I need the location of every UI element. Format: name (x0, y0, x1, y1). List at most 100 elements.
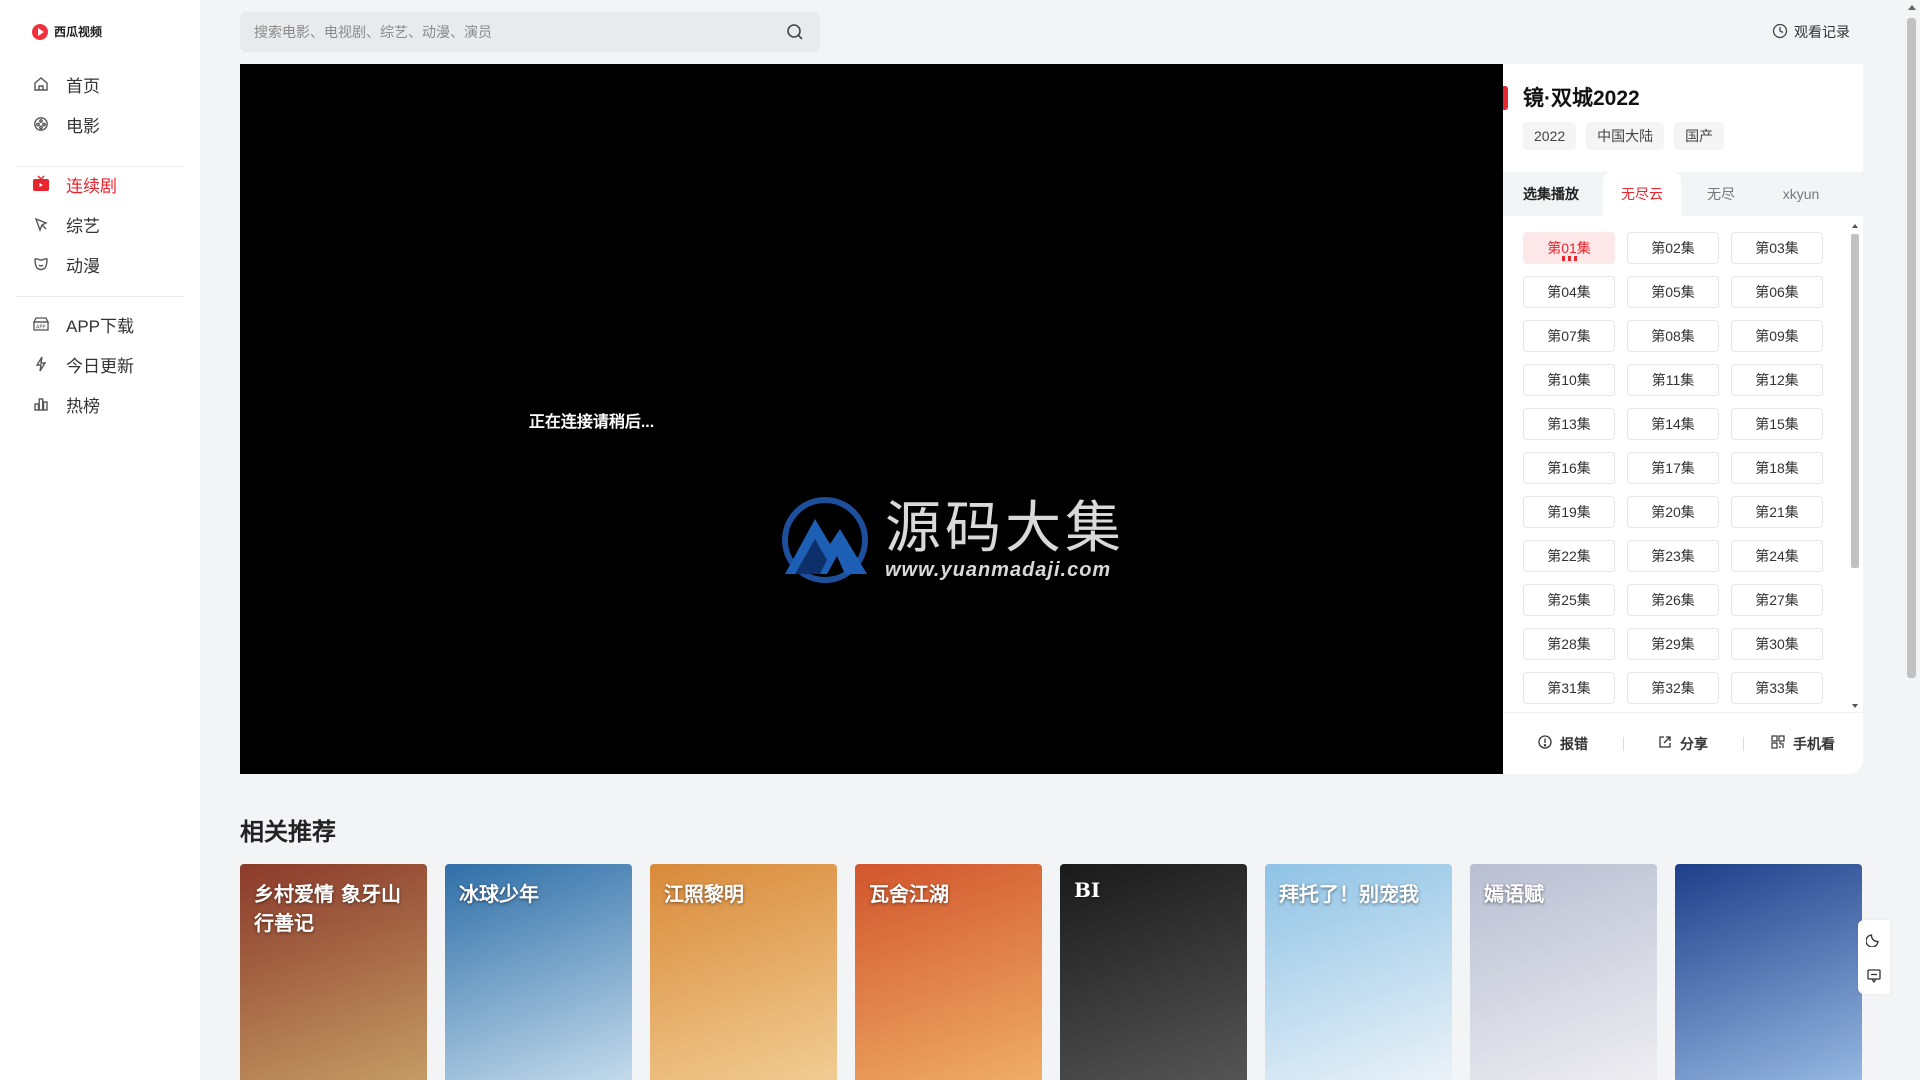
episode-list-area: 第01集 第02集 第03集第04集 第05集 第06集第07集 第08集 第09集第10集… (1503, 216, 1863, 712)
sidebar-item-series[interactable]: 连续剧 (0, 164, 200, 204)
episode-button[interactable]: 第15集 (1731, 408, 1823, 440)
episode-button[interactable]: 第06集 (1731, 276, 1823, 308)
search-input[interactable] (254, 24, 784, 40)
episode-button[interactable]: 第25集 (1523, 584, 1615, 616)
poster-title: 嫣语赋 (1484, 882, 1544, 906)
episode-button[interactable]: 第11集 (1627, 364, 1719, 396)
episode-scrollbar[interactable] (1849, 218, 1861, 712)
logo[interactable]: 西瓜视频 (32, 23, 102, 40)
logo-icon (32, 23, 48, 40)
scroll-down-arrow-icon[interactable] (1852, 704, 1858, 708)
episode-button[interactable]: 第03集 (1731, 232, 1823, 264)
search-bar (240, 12, 820, 52)
episode-button[interactable]: 第26集 (1627, 584, 1719, 616)
recommend-poster[interactable]: BI (1060, 864, 1247, 1080)
star-sparkle-icon (32, 215, 50, 233)
title-accent-bar (1503, 86, 1508, 110)
bar-chart-icon (32, 395, 50, 413)
feedback-icon[interactable] (1864, 966, 1884, 986)
poster-title: 江照黎明 (664, 882, 744, 906)
tab-source-xkyun[interactable]: xkyun (1761, 172, 1841, 216)
recommend-title: 相关推荐 (240, 819, 336, 846)
episode-grid: 第01集 第02集 第03集第04集 第05集 第06集第07集 第08集 第09集第10集… (1523, 232, 1823, 704)
tag-region[interactable]: 中国大陆 (1586, 122, 1665, 150)
search-icon[interactable] (784, 21, 806, 43)
episode-button[interactable]: 第09集 (1731, 320, 1823, 352)
page-scrollbar[interactable] (1903, 0, 1920, 1080)
nav-main: 首页 电影 (0, 64, 200, 144)
episode-button[interactable]: 第18集 (1731, 452, 1823, 484)
episode-panel: 镜·双城2022 2022 中国大陆 国产 选集播放 无尽云 无尽 xkyun … (1503, 64, 1863, 774)
episode-button[interactable]: 第02集 (1627, 232, 1719, 264)
report-button[interactable]: 报错 (1503, 734, 1623, 754)
tab-source-wujin[interactable]: 无尽 (1681, 172, 1761, 216)
recommend-poster[interactable]: 嫣语赋 (1470, 864, 1657, 1080)
sidebar-item-label: APP下载 (66, 316, 135, 336)
episode-button[interactable]: 第27集 (1731, 584, 1823, 616)
episode-button[interactable]: 第29集 (1627, 628, 1719, 660)
share-label: 分享 (1680, 735, 1708, 752)
sidebar-item-movies[interactable]: 电影 (0, 104, 200, 144)
sidebar-item-label: 首页 (66, 76, 100, 96)
episode-button[interactable]: 第05集 (1627, 276, 1719, 308)
svg-text:APP: APP (36, 325, 45, 331)
bear-face-icon (32, 255, 50, 273)
tab-source-wujinyun[interactable]: 无尽云 (1603, 172, 1681, 216)
alert-circle-icon (1538, 735, 1552, 752)
sidebar-item-app-download[interactable]: APP APP下载 (0, 304, 200, 344)
episode-button[interactable]: 第14集 (1627, 408, 1719, 440)
episode-button[interactable]: 第23集 (1627, 540, 1719, 572)
sidebar-item-hot-list[interactable]: 热榜 (0, 384, 200, 424)
episode-button[interactable]: 第30集 (1731, 628, 1823, 660)
episode-button[interactable]: 第12集 (1731, 364, 1823, 396)
scroll-thumb[interactable] (1851, 234, 1859, 568)
episode-button[interactable]: 第17集 (1627, 452, 1719, 484)
episode-button[interactable]: 第21集 (1731, 496, 1823, 528)
episode-button[interactable]: 第22集 (1523, 540, 1615, 572)
page-scroll-up-icon[interactable] (1908, 5, 1916, 10)
recommend-poster[interactable]: 拜托了！别宠我 (1265, 864, 1452, 1080)
tag-origin[interactable]: 国产 (1674, 122, 1725, 150)
page-scroll-thumb[interactable] (1907, 18, 1916, 678)
sidebar: 西瓜视频 首页 电影 连续剧 综艺 动漫 APP APP下载 今日更新 热榜 (0, 0, 200, 1080)
share-button[interactable]: 分享 (1623, 734, 1743, 754)
episode-button[interactable]: 第28集 (1523, 628, 1615, 660)
scroll-up-arrow-icon[interactable] (1852, 224, 1858, 228)
episode-button[interactable]: 第31集 (1523, 672, 1615, 704)
sidebar-item-anime[interactable]: 动漫 (0, 244, 200, 284)
recommend-poster[interactable]: 冰球少年 (445, 864, 632, 1080)
recommend-poster[interactable]: 乡村爱情 象牙山行善记 (240, 864, 427, 1080)
episode-button[interactable]: 第07集 (1523, 320, 1615, 352)
episode-button[interactable]: 第10集 (1523, 364, 1615, 396)
recommend-poster[interactable] (1675, 864, 1862, 1080)
episode-button[interactable]: 第08集 (1627, 320, 1719, 352)
moon-icon[interactable] (1864, 929, 1884, 949)
clock-icon (1772, 23, 1788, 42)
tag-year[interactable]: 2022 (1523, 122, 1577, 150)
sidebar-item-today-update[interactable]: 今日更新 (0, 344, 200, 384)
episode-button[interactable]: 第16集 (1523, 452, 1615, 484)
poster-title: BI (1074, 878, 1101, 902)
episode-button[interactable]: 第24集 (1731, 540, 1823, 572)
watch-history-label: 观看记录 (1794, 24, 1850, 40)
logo-text: 西瓜视频 (54, 25, 103, 39)
episode-button[interactable]: 第19集 (1523, 496, 1615, 528)
episode-button[interactable]: 第33集 (1731, 672, 1823, 704)
recommend-list: 乡村爱情 象牙山行善记 冰球少年 江照黎明 瓦舍江湖 BI 拜托了！别宠我 嫣语赋 (240, 864, 1862, 1080)
nav-categories: 连续剧 综艺 动漫 (0, 164, 200, 284)
episode-button[interactable]: 第20集 (1627, 496, 1719, 528)
sidebar-item-home[interactable]: 首页 (0, 64, 200, 104)
episode-button[interactable]: 第32集 (1627, 672, 1719, 704)
recommend-poster[interactable]: 江照黎明 (650, 864, 837, 1080)
watermark-text: 源码大集 www.yuanmadaji.com (885, 498, 1125, 582)
app-download-icon: APP (32, 315, 50, 333)
report-label: 报错 (1560, 735, 1588, 752)
video-player[interactable]: 正在连接请稍后... 源码大集 www.yuanmadaji.com (240, 64, 1503, 774)
episode-button[interactable]: 第01集 (1523, 232, 1615, 264)
episode-button[interactable]: 第04集 (1523, 276, 1615, 308)
mobile-watch-button[interactable]: 手机看 (1743, 734, 1863, 754)
sidebar-item-variety[interactable]: 综艺 (0, 204, 200, 244)
episode-button[interactable]: 第13集 (1523, 408, 1615, 440)
watch-history-button[interactable]: 观看记录 (1772, 22, 1850, 42)
recommend-poster[interactable]: 瓦舍江湖 (855, 864, 1042, 1080)
